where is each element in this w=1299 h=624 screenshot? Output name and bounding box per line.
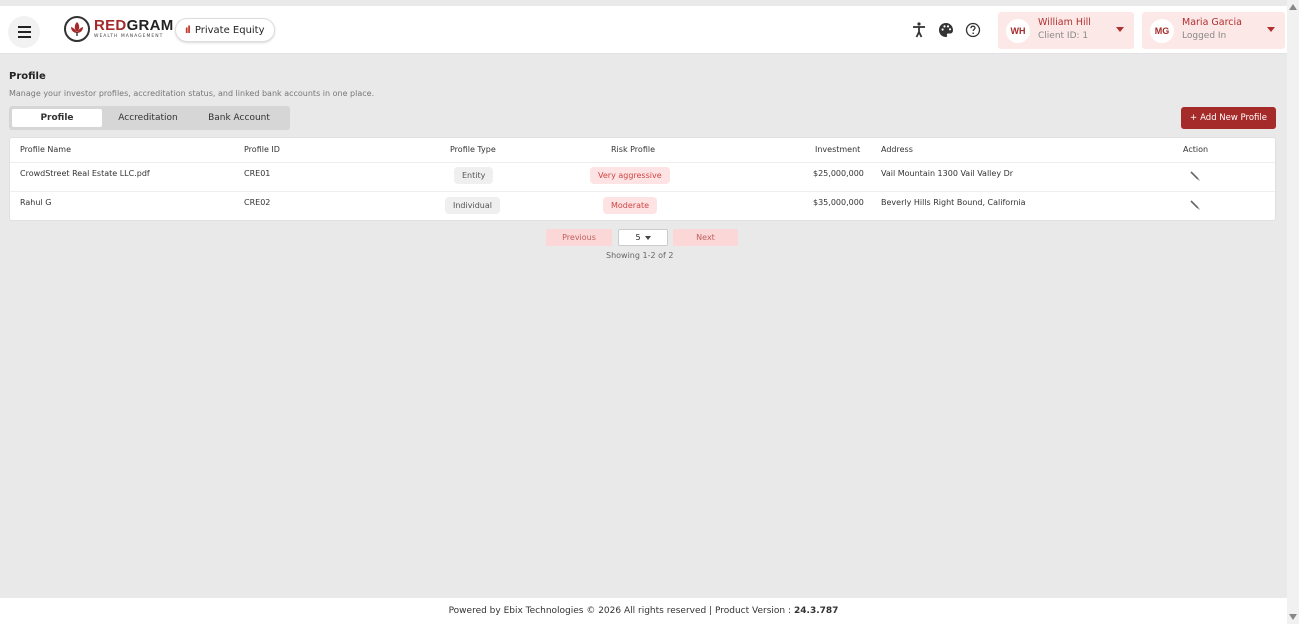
profile-name[interactable]: Rahul G: [20, 198, 51, 207]
palette-icon[interactable]: [937, 21, 955, 39]
profiles-table: Profile Name Profile ID Profile Type Ris…: [9, 137, 1276, 221]
next-page-button[interactable]: Next: [673, 229, 738, 246]
page-size-value: 5: [635, 233, 641, 242]
tab-profile[interactable]: Profile: [12, 109, 102, 127]
add-new-profile-label: Add New Profile: [1200, 113, 1267, 123]
edit-icon[interactable]: [1190, 200, 1200, 210]
profile-id: CRE01: [244, 169, 271, 178]
scroll-down-icon[interactable]: [1289, 614, 1297, 620]
hamburger-menu-icon[interactable]: [8, 16, 40, 48]
investment-amount: $25,000,000: [813, 169, 864, 178]
profile-id: CRE02: [244, 198, 271, 207]
column-header[interactable]: Investment: [815, 145, 860, 154]
investment-amount: $35,000,000: [813, 198, 864, 207]
edit-icon[interactable]: [1190, 171, 1200, 181]
tab-bank-account[interactable]: Bank Account: [194, 109, 284, 127]
risk-badge: Very aggressive: [590, 167, 670, 184]
brand-subtitle: WEALTH MANAGEMENT: [94, 34, 164, 40]
user-status: Logged In: [1182, 31, 1227, 41]
column-header[interactable]: Risk Profile: [611, 145, 655, 154]
client-selector[interactable]: WH William Hill Client ID: 1: [998, 12, 1134, 49]
client-id: Client ID: 1: [1038, 31, 1089, 41]
top-header: REDGRAM WEALTH MANAGEMENT ıl Private Equ…: [0, 6, 1287, 54]
chevron-down-icon: [1116, 27, 1124, 32]
accessibility-icon[interactable]: [910, 21, 928, 39]
row-divider: [10, 162, 1275, 163]
profile-name[interactable]: CrowdStreet Real Estate LLC.pdf: [20, 169, 150, 178]
address: Beverly Hills Right Bound, California: [881, 198, 1026, 207]
footer: Powered by Ebix Technologies © 2026 All …: [0, 598, 1287, 624]
column-header[interactable]: Profile Type: [450, 145, 496, 154]
pagination-status: Showing 1-2 of 2: [606, 251, 674, 260]
page-description: Manage your investor profiles, accredita…: [9, 89, 375, 98]
column-header: Action: [1183, 145, 1209, 154]
bar-chart-icon: ıl: [185, 24, 191, 36]
module-label: Private Equity: [194, 24, 265, 36]
page-title: Profile: [9, 71, 46, 82]
risk-badge: Moderate: [603, 197, 658, 214]
client-avatar: WH: [1006, 19, 1030, 43]
plus-icon: +: [1190, 113, 1198, 123]
page-size-select[interactable]: 5: [618, 229, 668, 246]
profile-type-badge: Individual: [445, 197, 500, 214]
address: Vail Mountain 1300 Vail Valley Dr: [881, 169, 1014, 178]
previous-page-button[interactable]: Previous: [546, 229, 612, 246]
column-header[interactable]: Profile Name: [20, 145, 71, 154]
brand-name: REDGRAM: [94, 17, 174, 35]
client-name: William Hill: [1038, 17, 1091, 28]
user-avatar: MG: [1150, 19, 1174, 43]
profile-type-badge: Entity: [454, 167, 494, 184]
chevron-down-icon: [1267, 27, 1275, 32]
footer-text: Powered by Ebix Technologies © 2026 All …: [448, 606, 792, 616]
profile-tabs: Profile Accreditation Bank Account: [9, 106, 290, 130]
column-header[interactable]: Address: [881, 145, 913, 154]
column-header[interactable]: Profile ID: [244, 145, 280, 154]
scroll-up-icon[interactable]: [1289, 4, 1297, 10]
chevron-down-icon: [644, 235, 651, 240]
brand-logo[interactable]: REDGRAM WEALTH MANAGEMENT: [64, 16, 174, 42]
user-menu[interactable]: MG Maria Garcia Logged In: [1142, 12, 1285, 49]
add-new-profile-button[interactable]: + Add New Profile: [1181, 107, 1276, 129]
row-divider: [10, 191, 1275, 192]
logo-emblem-icon: [64, 16, 90, 42]
help-icon[interactable]: [964, 21, 982, 39]
vertical-scrollbar[interactable]: [1287, 0, 1299, 624]
module-switcher-button[interactable]: ıl Private Equity: [175, 18, 275, 42]
user-name: Maria Garcia: [1182, 17, 1242, 28]
tab-accreditation[interactable]: Accreditation: [102, 109, 194, 127]
product-version: 24.3.787: [794, 606, 839, 616]
